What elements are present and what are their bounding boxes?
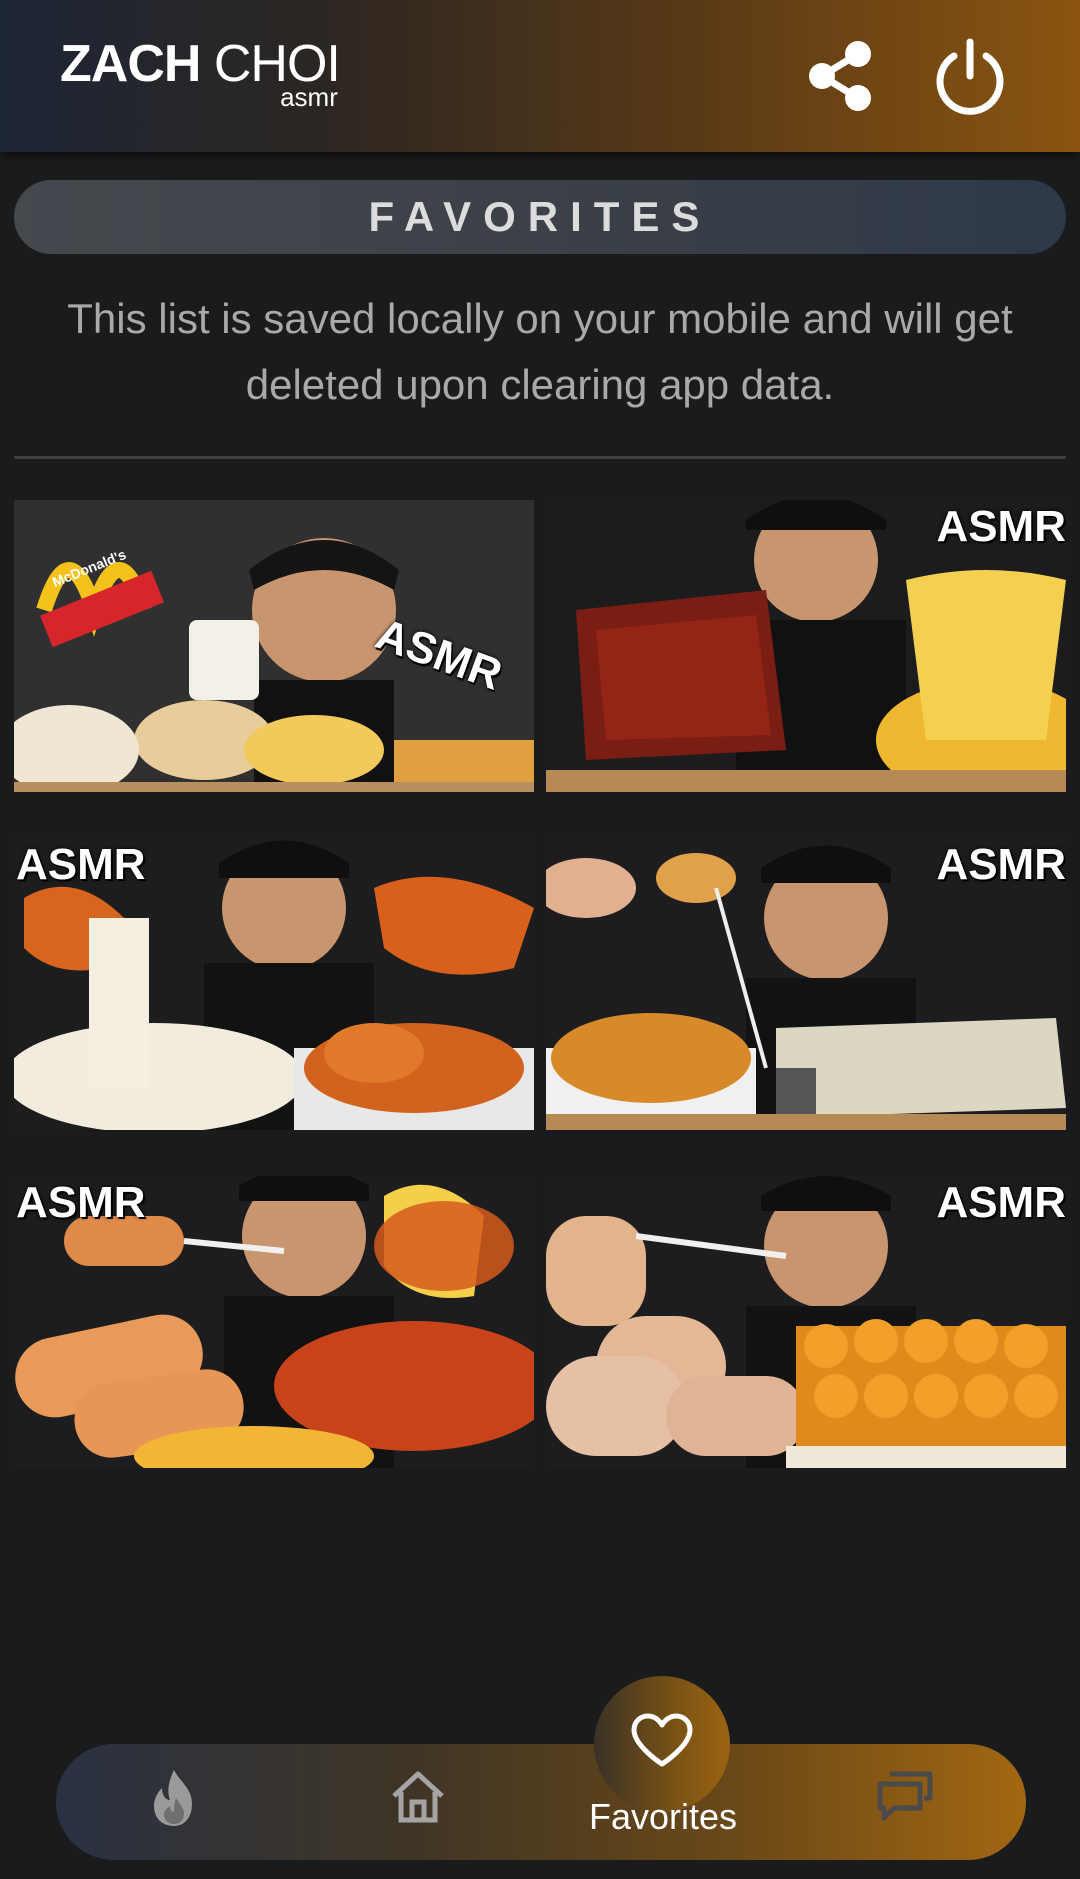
asmr-tag: ASMR [936,840,1066,889]
video-thumbnail[interactable]: ASMR [546,838,1066,1130]
power-icon[interactable] [930,36,1010,116]
home-icon[interactable] [388,1766,448,1831]
video-thumbnail[interactable]: ASMR [546,500,1066,792]
local-storage-notice: This list is saved locally on your mobil… [67,295,1013,408]
share-icon[interactable] [800,36,880,116]
asmr-tag: ASMR [936,1178,1066,1227]
asmr-tag: ASMR [936,502,1066,551]
chat-icon[interactable] [874,1766,936,1827]
flame-icon[interactable] [146,1768,202,1833]
page-title: FAVORITES [368,193,712,240]
zach-choi-logo: ZACH CHOI asmr [60,35,341,112]
video-thumbnail[interactable]: ASMR [14,1176,534,1468]
asmr-tag: ASMR [16,840,146,889]
favorites-title-bar: FAVORITES [14,180,1066,254]
video-thumbnail[interactable]: ASMR [546,1176,1066,1468]
app-header: ZACH CHOI asmr [0,0,1080,152]
asmr-tag: ASMR [16,1178,146,1227]
video-thumbnail[interactable]: McDonald's ASMR [14,500,534,792]
heart-icon[interactable] [630,1712,694,1773]
video-thumbnail[interactable]: ASMR [14,838,534,1130]
nav-label-favorites[interactable]: Favorites [560,1796,766,1838]
divider [14,456,1066,459]
